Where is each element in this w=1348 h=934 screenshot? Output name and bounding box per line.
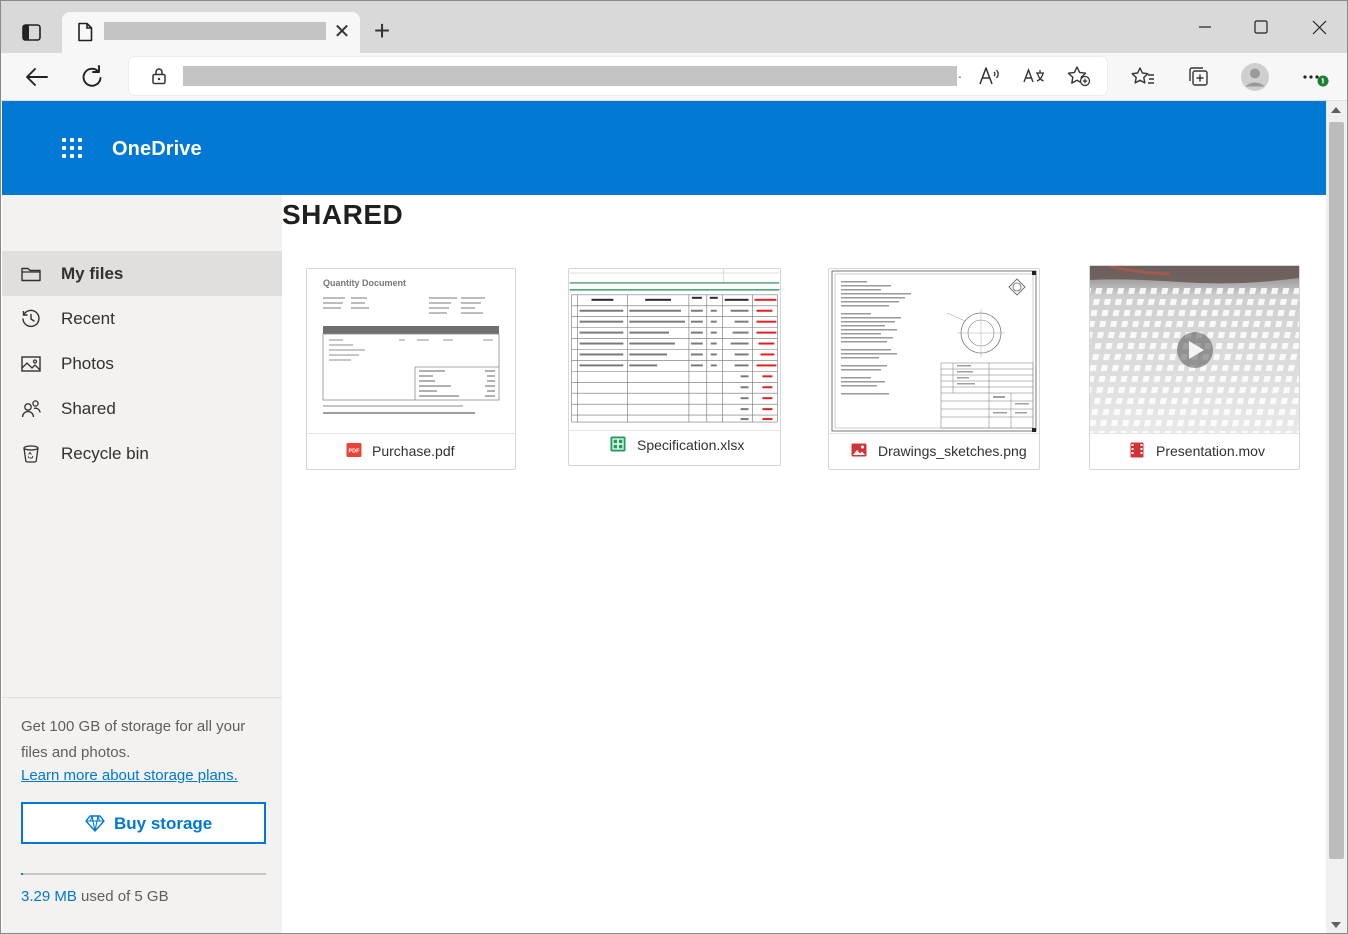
video-icon xyxy=(1129,442,1145,458)
svg-text:PDF: PDF xyxy=(349,449,361,455)
storage-promo: Get 100 GB of storage for all your files… xyxy=(2,697,282,933)
people-icon xyxy=(20,398,42,420)
tab-actions-icon[interactable] xyxy=(15,19,49,45)
file-name[interactable]: Purchase.pdf xyxy=(372,443,455,459)
app-brand[interactable]: OneDrive xyxy=(112,138,202,161)
thumbnail-doc-title: Quantity Document xyxy=(323,278,407,288)
storage-progress-fill xyxy=(21,873,24,875)
browser-toolbar: . xyxy=(1,53,1347,101)
profile-icon[interactable] xyxy=(1239,61,1271,93)
url-ellipsis: . xyxy=(958,65,962,81)
file-thumbnail[interactable] xyxy=(569,269,780,431)
page-icon xyxy=(76,22,94,42)
promo-text: Get 100 GB of storage for all your files… xyxy=(21,718,246,761)
sidebar-item-label: Recent xyxy=(61,309,115,328)
favorites-icon[interactable] xyxy=(1127,61,1159,93)
sidebar-item-photos[interactable]: Photos xyxy=(2,341,282,386)
sidebar-item-label: My files xyxy=(61,264,124,283)
page-scrollbar[interactable] xyxy=(1326,101,1347,933)
page-title: SHARED xyxy=(282,199,404,230)
browser-window: ✕ + . OneDrive My files Recent Photos Sh… xyxy=(0,0,1348,934)
minimize-icon[interactable] xyxy=(1185,11,1225,43)
storage-used-link[interactable]: 3.29 MB xyxy=(21,888,77,905)
file-name[interactable]: Specification.xlsx xyxy=(637,437,744,453)
tab-strip: ✕ + xyxy=(1,1,1347,53)
buy-storage-label: Buy storage xyxy=(114,814,213,833)
sidebar-item-label: Shared xyxy=(61,399,116,418)
file-thumbnail[interactable]: Quantity Document xyxy=(307,269,515,434)
image-icon xyxy=(851,442,867,458)
plus-icon[interactable]: + xyxy=(367,16,397,46)
pdf-icon: PDF xyxy=(346,442,362,458)
scroll-down-icon[interactable] xyxy=(1331,922,1341,928)
window-close-icon[interactable] xyxy=(1299,11,1339,43)
recycle-bin-icon xyxy=(20,443,42,465)
close-icon[interactable]: ✕ xyxy=(330,20,354,44)
excel-icon xyxy=(610,436,626,452)
video-preview xyxy=(1090,266,1299,433)
url-text[interactable] xyxy=(183,66,957,86)
diamond-icon xyxy=(85,813,105,833)
buy-storage-button[interactable]: Buy storage xyxy=(21,802,266,844)
translate-icon[interactable] xyxy=(1021,64,1047,88)
app-header: OneDrive xyxy=(2,101,1326,195)
file-card-presentation[interactable]: Presentation.mov xyxy=(1089,265,1300,470)
photo-icon xyxy=(20,353,42,375)
clock-icon xyxy=(20,308,42,330)
sidebar-item-recycle-bin[interactable]: Recycle bin xyxy=(2,431,282,476)
file-thumbnail[interactable] xyxy=(1090,266,1299,434)
pdf-preview xyxy=(322,297,500,414)
drawing-preview xyxy=(831,270,1037,432)
file-name[interactable]: Drawings_sketches.png xyxy=(878,443,1027,459)
maximize-icon[interactable] xyxy=(1241,11,1281,43)
file-name[interactable]: Presentation.mov xyxy=(1156,443,1265,459)
read-aloud-icon[interactable] xyxy=(977,64,1003,88)
sidebar-item-shared[interactable]: Shared xyxy=(2,386,282,431)
refresh-icon[interactable] xyxy=(76,61,108,93)
main-content: SHARED Quantity Document PDF Purchase.pd… xyxy=(282,195,1326,933)
collections-icon[interactable] xyxy=(1182,61,1214,93)
lock-icon[interactable] xyxy=(149,66,169,86)
file-card-footer: PDF Purchase.pdf xyxy=(307,433,515,469)
tab-title xyxy=(104,22,326,40)
sidebar-item-my-files[interactable]: My files xyxy=(2,251,282,296)
sidebar-item-label: Recycle bin xyxy=(61,444,149,463)
scroll-thumb[interactable] xyxy=(1329,122,1344,859)
storage-total-text: used of 5 GB xyxy=(76,888,169,905)
file-card-drawings[interactable]: Drawings_sketches.png xyxy=(828,268,1040,470)
sidebar: My files Recent Photos Shared Recycle bi… xyxy=(2,195,282,933)
file-card-purchase[interactable]: Quantity Document PDF Purchase.pdf xyxy=(306,268,516,470)
folder-icon xyxy=(20,263,42,285)
storage-usage: 3.29 MB used of 5 GB xyxy=(21,888,169,905)
file-card-specification[interactable]: Specification.xlsx xyxy=(568,268,781,466)
file-card-footer: Drawings_sketches.png xyxy=(829,433,1039,469)
file-card-footer: Specification.xlsx xyxy=(569,429,780,465)
spreadsheet-preview xyxy=(569,269,780,423)
star-add-icon[interactable] xyxy=(1066,64,1092,88)
sidebar-item-recent[interactable]: Recent xyxy=(2,296,282,341)
back-arrow-icon[interactable] xyxy=(21,61,53,93)
sidebar-item-label: Photos xyxy=(61,354,114,373)
storage-progress-bar xyxy=(21,873,266,875)
browser-tab[interactable]: ✕ xyxy=(62,12,360,53)
more-icon[interactable] xyxy=(1297,61,1329,93)
storage-plans-link[interactable]: Learn more about storage plans. xyxy=(21,767,238,784)
file-thumbnail[interactable] xyxy=(829,269,1039,434)
scroll-up-icon[interactable] xyxy=(1331,107,1341,113)
address-bar[interactable]: . xyxy=(129,57,1107,95)
app-launcher-icon[interactable] xyxy=(62,138,82,158)
file-card-footer: Presentation.mov xyxy=(1090,433,1299,469)
